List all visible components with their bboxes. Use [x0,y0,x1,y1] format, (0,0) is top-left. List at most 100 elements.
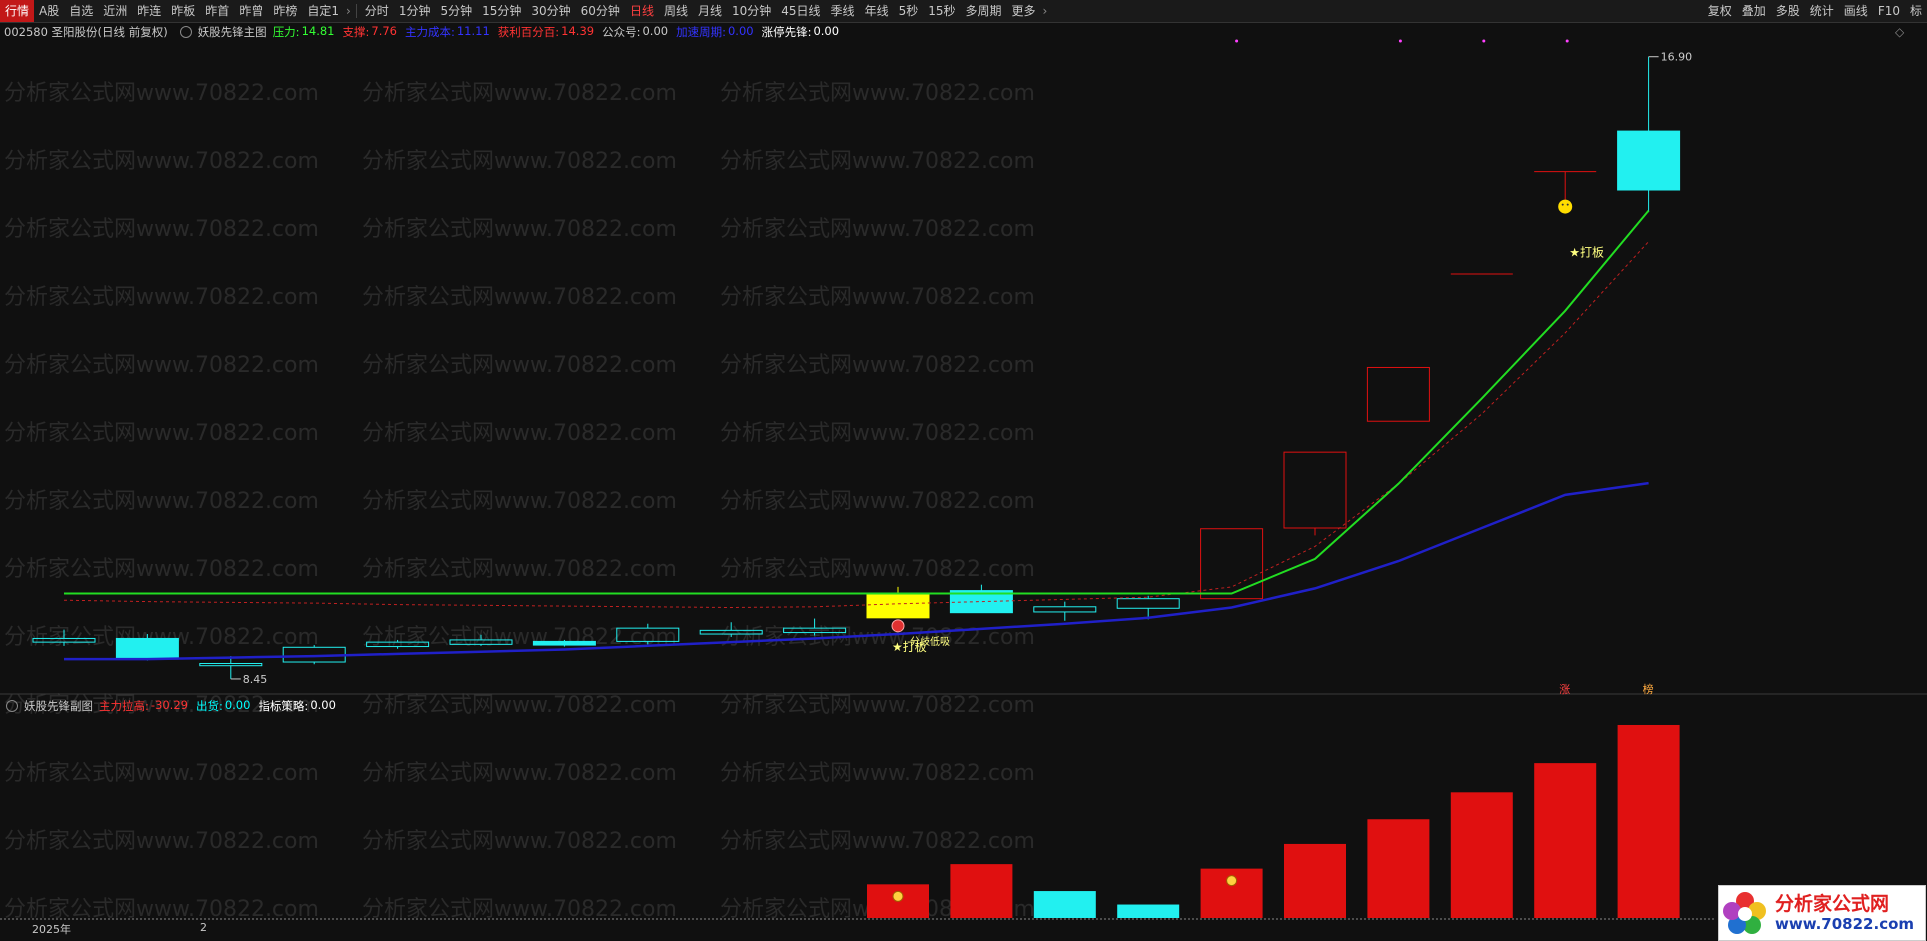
tab-period-16[interactable]: 更多 [1007,0,1041,22]
tab-market-6[interactable]: 昨首 [200,0,234,22]
watermark-text: 分析家公式网www.70822.com [720,149,1035,174]
period-tabs: 分时 1分钟 5分钟 15分钟 30分钟 60分钟 日线 周线 月线 10分钟 45日线 季线 年线 5秒… [360,0,1041,22]
toolbar-button-3[interactable]: 统计 [1805,0,1839,22]
toolbar-right-buttons: 复权 叠加 多股 统计 画线 F10 标 [1703,0,1927,22]
watermark-text: 分析家公式网www.70822.com [362,761,677,786]
tab-market-0[interactable]: 行情 [0,0,35,22]
candle-body [866,594,930,619]
annotation-da-ban-2: ★打板 [1569,246,1604,260]
watermark-text: 分析家公式网www.70822.com [4,353,319,378]
tab-market-9[interactable]: 自定1 [302,0,344,22]
tab-period-15[interactable]: 多周期 [961,0,1007,22]
sub-bar [1367,819,1430,918]
candle-body [115,637,179,660]
watermark-text: 分析家公式网www.70822.com [362,557,677,582]
sub-bar [950,864,1013,918]
settings-dot-icon[interactable] [6,700,18,712]
candle-body [1200,528,1264,600]
pressure-line [64,209,1650,595]
tab-period-14[interactable]: 15秒 [923,0,960,22]
main-indicator-label-2: 主力成本: [404,25,455,39]
tab-period-7[interactable]: 周线 [659,0,693,22]
watermark-text: 分析家公式网www.70822.com [4,761,319,786]
watermark-text: 分析家公式网www.70822.com [362,285,677,310]
tab-market-1[interactable]: A股 [34,0,64,22]
divider [355,4,357,18]
settings-dot-icon[interactable] [179,26,192,38]
tab-market-7[interactable]: 昨曾 [234,0,268,22]
logo-url: www.70822.com [1775,915,1915,933]
chevron-right-icon[interactable]: › [1041,4,1050,18]
tab-market-4[interactable]: 昨连 [132,0,166,22]
tab-market-3[interactable]: 近洲 [98,0,132,22]
tab-period-5[interactable]: 60分钟 [576,0,625,22]
watermark-text: 分析家公式网www.70822.com [362,421,677,446]
watermark-text: 分析家公式网www.70822.com [362,897,677,922]
tab-period-9[interactable]: 10分钟 [727,0,776,22]
sub-indicator-label-1: 出货: [195,699,223,713]
toolbar-button-5[interactable]: F10 [1873,0,1905,22]
watermark-text: 分析家公式网www.70822.com [362,829,677,854]
sub-bar [1033,891,1096,918]
candle-body [1116,598,1180,609]
tab-period-3[interactable]: 15分钟 [477,0,526,22]
watermark-text: 分析家公式网www.70822.com [720,489,1035,514]
watermark-text: 分析家公式网www.70822.com [4,557,319,582]
tab-period-10[interactable]: 45日线 [776,0,825,22]
smiley-eye [1566,203,1569,206]
watermark-layer: 分析家公式网www.70822.com 分析家公式网www.70822.com 分析… [4,81,1035,922]
tab-period-12[interactable]: 年线 [860,0,894,22]
candle-body [1033,606,1097,613]
price-low-label: 8.45 [243,673,267,686]
tab-period-0[interactable]: 分时 [360,0,394,22]
watermark-text: 分析家公式网www.70822.com [4,285,319,310]
toolbar-button-4[interactable]: 画线 [1839,0,1873,22]
kline-chart[interactable]: 分析家公式网www.70822.com 分析家公式网www.70822.com 分析… [0,0,1927,941]
watermark-text: 分析家公式网www.70822.com [4,489,319,514]
watermark-text: 分析家公式网www.70822.com [4,421,319,446]
tab-market-2[interactable]: 自选 [64,0,98,22]
watermark-text: 分析家公式网www.70822.com [720,557,1035,582]
watermark-text: 分析家公式网www.70822.com [4,217,319,242]
tab-period-1[interactable]: 1分钟 [394,0,436,22]
tab-period-6[interactable]: 日线 [625,0,659,22]
toolbar-button-1[interactable]: 叠加 [1737,0,1771,22]
main-indicator-value-5: 0.00 [727,24,754,38]
tab-period-4[interactable]: 30分钟 [526,0,575,22]
main-indicator-label-3: 获利百分百: [497,25,560,39]
sub-indicator-name[interactable]: 妖股先锋副图 [24,698,93,714]
tab-market-8[interactable]: 昨榜 [268,0,302,22]
main-indicator-value-0: 14.81 [301,24,335,38]
sub-indicator-value-0: -30.29 [150,698,188,712]
tab-period-8[interactable]: 月线 [693,0,727,22]
toolbar-button-6[interactable]: 标 [1905,0,1927,22]
watermark-text: 分析家公式网www.70822.com [362,81,677,106]
toolbar-button-2[interactable]: 多股 [1771,0,1805,22]
watermark-text: 分析家公式网www.70822.com [362,149,677,174]
money-bag-icon [1226,875,1238,887]
main-indicator-value-2: 11.11 [456,24,490,38]
annotation-fen-qi: 分歧低吸 [910,635,950,648]
smiley-eye [1561,203,1564,206]
top-toolbar: 行情 A股 自选 近洲 昨连 昨板 昨首 昨曾 昨榜 自定1 › 分时 1分钟 5分钟 15分钟 30分钟… [0,0,1927,23]
diamond-icon[interactable]: ◇ [1895,25,1904,39]
signal-circle-icon [891,619,905,633]
main-indicator-label-0: 压力: [272,25,300,39]
chevron-right-icon[interactable]: › [344,4,353,18]
main-indicator-value-4: 0.00 [642,24,669,38]
tab-period-11[interactable]: 季线 [826,0,860,22]
sub-indicator-value-1: 0.00 [224,698,251,712]
candle-body [1617,130,1681,191]
sub-bar [1617,724,1680,918]
tab-period-13[interactable]: 5秒 [894,0,924,22]
axis-month: 2 [200,921,207,934]
candle-body [1366,366,1430,422]
main-indicator-value-3: 14.39 [561,24,595,38]
sub-bar [1450,792,1513,918]
toolbar-button-0[interactable]: 复权 [1703,0,1737,22]
tab-market-5[interactable]: 昨板 [166,0,200,22]
watermark-text: 分析家公式网www.70822.com [720,761,1035,786]
sub-bar [1117,904,1180,918]
main-indicator-name[interactable]: 妖股先锋主图 [198,24,267,40]
tab-period-2[interactable]: 5分钟 [435,0,477,22]
